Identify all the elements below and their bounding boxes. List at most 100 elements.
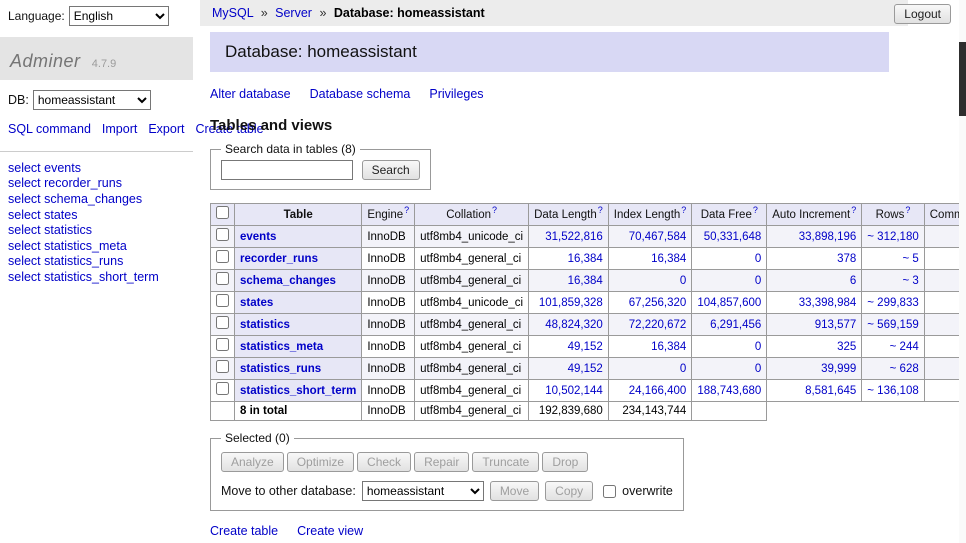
db-action-link[interactable]: Database schema — [310, 87, 411, 101]
logout-button[interactable]: Logout — [894, 4, 951, 24]
help-link[interactable]: ? — [851, 205, 856, 215]
adminer-brand: Adminer 4.7.9 — [0, 37, 193, 80]
language-label: Language: — [8, 9, 65, 23]
column-header-auto-increment: Auto Increment? — [767, 204, 862, 226]
rows-count-link[interactable]: ~ 244 — [890, 341, 919, 353]
breadcrumb-current: Database: homeassistant — [334, 6, 485, 20]
adminer-version: 4.7.9 — [92, 58, 116, 70]
optimize-button[interactable]: Optimize — [287, 452, 354, 472]
scrollbar-thumb[interactable] — [959, 42, 966, 116]
auto-increment-cell: 378 — [767, 248, 862, 270]
sidebar-action-link[interactable]: SQL command — [8, 122, 91, 136]
table-name-cell: statistics_meta — [235, 336, 362, 358]
row-checkbox[interactable] — [216, 338, 229, 351]
drop-button[interactable]: Drop — [542, 452, 588, 472]
adminer-logo-text: Adminer — [10, 51, 81, 71]
table-name-link[interactable]: schema_changes — [240, 275, 336, 287]
auto-increment-cell: 33,398,984 — [767, 292, 862, 314]
rows-count-cell: ~ 3 — [862, 270, 924, 292]
copy-button[interactable]: Copy — [545, 481, 593, 501]
row-checkbox[interactable] — [216, 228, 229, 241]
table-name-link[interactable]: statistics_meta — [240, 341, 323, 353]
analyze-button[interactable]: Analyze — [221, 452, 284, 472]
move-label: Move to other database: — [221, 484, 356, 498]
auto-increment-cell: 325 — [767, 336, 862, 358]
row-checkbox-cell — [211, 314, 235, 336]
search-legend: Search data in tables (8) — [221, 142, 360, 156]
search-input[interactable] — [221, 160, 353, 180]
help-link[interactable]: ? — [905, 205, 910, 215]
select-all-checkbox[interactable] — [216, 206, 229, 219]
row-checkbox[interactable] — [216, 272, 229, 285]
rows-count-link[interactable]: ~ 312,180 — [867, 231, 918, 243]
rows-count-link[interactable]: ~ 5 — [902, 253, 918, 265]
db-action-link[interactable]: Alter database — [210, 87, 291, 101]
row-checkbox[interactable] — [216, 316, 229, 329]
help-link[interactable]: ? — [681, 205, 686, 215]
row-checkbox-cell — [211, 380, 235, 402]
engine-cell: InnoDB — [362, 380, 415, 402]
index-length-cell: 72,220,672 — [608, 314, 692, 336]
column-header-data-free: Data Free? — [692, 204, 767, 226]
language-select[interactable]: English — [69, 6, 169, 26]
data-free-cell: 0 — [692, 248, 767, 270]
breadcrumb-mysql-link[interactable]: MySQL — [212, 6, 253, 20]
sidebar-action-link[interactable]: Import — [102, 122, 137, 136]
rows-count-link[interactable]: ~ 136,108 — [867, 385, 918, 397]
repair-button[interactable]: Repair — [414, 452, 469, 472]
rows-count-link[interactable]: ~ 3 — [902, 275, 918, 287]
breadcrumb-separator: » — [261, 6, 268, 20]
sidebar-table-link[interactable]: select statistics_short_term — [8, 270, 185, 286]
table-name-link[interactable]: statistics_short_term — [240, 385, 356, 397]
overwrite-checkbox[interactable] — [603, 485, 616, 498]
breadcrumb-server-link[interactable]: Server — [275, 6, 312, 20]
help-link[interactable]: ? — [598, 205, 603, 215]
row-checkbox[interactable] — [216, 294, 229, 307]
table-name-link[interactable]: recorder_runs — [240, 253, 318, 265]
total-data-free-cell — [692, 402, 767, 421]
row-checkbox[interactable] — [216, 382, 229, 395]
create-link[interactable]: Create view — [297, 524, 363, 538]
selected-legend: Selected (0) — [221, 431, 294, 445]
total-label-cell: 8 in total — [235, 402, 362, 421]
create-link[interactable]: Create table — [210, 524, 278, 538]
scrollbar[interactable] — [959, 0, 966, 543]
sidebar-table-links: select eventsselect recorder_runsselect … — [0, 152, 193, 295]
table-row: schema_changesInnoDButf8mb4_general_ci16… — [211, 270, 966, 292]
check-button[interactable]: Check — [357, 452, 411, 472]
rows-count-link[interactable]: ~ 299,833 — [867, 297, 918, 309]
db-action-link[interactable]: Privileges — [429, 87, 483, 101]
main-area: MySQL » Server » Database: homeassistant… — [200, 0, 966, 543]
rows-count-cell: ~ 244 — [862, 336, 924, 358]
help-link[interactable]: ? — [753, 205, 758, 215]
rows-count-link[interactable]: ~ 628 — [890, 363, 919, 375]
sidebar-action-link[interactable]: Export — [148, 122, 184, 136]
sidebar-table-link[interactable]: select statistics_runs — [8, 254, 185, 270]
move-button[interactable]: Move — [490, 481, 539, 501]
total-data-length-cell: 192,839,680 — [529, 402, 609, 421]
table-name-link[interactable]: events — [240, 231, 276, 243]
sidebar-table-link[interactable]: select recorder_runs — [8, 176, 185, 192]
table-name-link[interactable]: states — [240, 297, 273, 309]
truncate-button[interactable]: Truncate — [472, 452, 539, 472]
sidebar-table-link[interactable]: select states — [8, 208, 185, 224]
search-button[interactable]: Search — [362, 160, 420, 180]
help-link[interactable]: ? — [404, 205, 409, 215]
rows-count-link[interactable]: ~ 569,159 — [867, 319, 918, 331]
sidebar-table-link[interactable]: select schema_changes — [8, 192, 185, 208]
db-select[interactable]: homeassistant — [33, 90, 151, 110]
sidebar-table-link[interactable]: select events — [8, 161, 185, 177]
row-checkbox[interactable] — [216, 360, 229, 373]
page-title: Database: homeassistant — [210, 32, 889, 72]
row-checkbox[interactable] — [216, 250, 229, 263]
column-header-label: Collation — [446, 209, 491, 221]
table-name-link[interactable]: statistics_runs — [240, 363, 321, 375]
column-header-engine: Engine? — [362, 204, 415, 226]
table-name-link[interactable]: statistics — [240, 319, 290, 331]
move-db-select[interactable]: homeassistant — [362, 481, 484, 501]
sidebar-table-link[interactable]: select statistics_meta — [8, 239, 185, 255]
column-header-collation: Collation? — [415, 204, 529, 226]
table-row: statistics_short_termInnoDButf8mb4_gener… — [211, 380, 966, 402]
sidebar-table-link[interactable]: select statistics — [8, 223, 185, 239]
help-link[interactable]: ? — [492, 205, 497, 215]
